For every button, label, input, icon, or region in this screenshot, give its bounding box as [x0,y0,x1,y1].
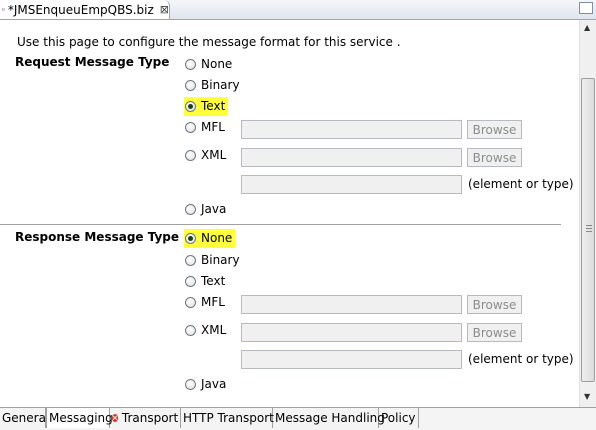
scrollbar-thumb[interactable] [581,78,595,382]
option-label: Text [201,274,226,288]
request-element-hint: (element or type) [468,177,574,191]
radio-button[interactable] [185,275,196,287]
radio-button-selected[interactable] [185,100,196,112]
response-option-none[interactable]: None [184,229,236,248]
section-divider [0,224,561,225]
error-icon: × [112,414,118,422]
tab-label: Transport [121,411,179,425]
tab-label: Policy [381,411,416,425]
request-mfl-browse-button[interactable]: Browse [467,120,522,139]
option-label: MFL [201,120,225,134]
response-option-text[interactable]: Text [185,273,225,289]
radio-button[interactable] [185,378,196,390]
scroll-down-icon[interactable]: ▼ [584,392,590,401]
option-label: None [201,57,233,71]
request-option-none[interactable]: None [185,56,232,72]
tab-label: Messaging [49,411,113,425]
restore-icon[interactable] [579,2,593,14]
close-icon[interactable]: ⊠ [160,3,169,16]
option-label: Binary [201,253,240,267]
response-xml-browse-button[interactable]: Browse [467,323,522,342]
radio-button[interactable] [185,296,196,308]
tab-label: Message Handling [275,411,385,425]
radio-button[interactable] [185,121,196,133]
response-element-hint: (element or type) [468,352,574,366]
radio-button[interactable] [185,254,196,266]
tab-label: HTTP Transport [183,411,274,425]
option-label: XML [201,148,227,162]
request-mfl-field[interactable] [241,120,462,139]
option-label: Text [201,99,226,113]
radio-button[interactable] [185,203,196,215]
option-label: Java [201,377,227,391]
response-mfl-browse-button[interactable]: Browse [467,295,522,314]
radio-button[interactable] [185,58,196,70]
request-xml-field[interactable] [241,148,462,167]
response-xml-element-field[interactable] [241,350,462,369]
radio-button[interactable] [185,324,196,336]
request-option-java[interactable]: Java [185,201,226,217]
response-mfl-field[interactable] [241,295,462,314]
tab-message-handling[interactable]: Message Handling [273,408,385,428]
response-xml-field[interactable] [241,323,462,342]
editor-tab-strip: *JMSEnqueuEmpQBS.biz ⊠ [0,0,596,20]
option-label: MFL [201,295,225,309]
option-label: XML [201,323,227,337]
vertical-scrollbar[interactable]: ▲ ▼ [579,20,596,407]
tab-label: General [2,411,50,425]
page-tabs: General Messaging × Transport HTTP Trans… [0,407,596,430]
option-label: None [201,231,233,245]
option-label: Binary [201,78,240,92]
request-option-binary[interactable]: Binary [185,77,240,93]
proxy-service-icon [2,8,5,11]
scroll-up-icon[interactable]: ▲ [584,23,590,32]
editor-tab[interactable]: *JMSEnqueuEmpQBS.biz ⊠ [0,0,170,19]
tab-http-transport[interactable]: HTTP Transport [181,408,274,428]
request-option-text[interactable]: Text [184,97,229,116]
messaging-page: Use this page to configure the message f… [0,20,579,407]
response-message-type-label: Response Message Type [15,230,180,244]
request-xml-browse-button[interactable]: Browse [467,148,522,167]
response-option-java[interactable]: Java [185,376,226,392]
editor-tab-title: *JMSEnqueuEmpQBS.biz [7,2,154,17]
radio-button[interactable] [185,79,196,91]
request-xml-element-field[interactable] [241,175,462,194]
tab-general[interactable]: General [0,408,50,428]
tab-messaging[interactable]: Messaging [46,408,113,428]
response-option-mfl[interactable]: MFL [185,294,225,310]
response-option-xml[interactable]: XML [185,322,226,338]
tab-transport[interactable]: × Transport [110,408,181,428]
request-option-xml[interactable]: XML [185,147,226,163]
grip-icon [586,225,592,232]
radio-button-selected[interactable] [185,232,196,244]
intro-text: Use this page to configure the message f… [17,35,401,49]
option-label: Java [201,202,227,216]
request-message-type-label: Request Message Type [15,55,170,69]
radio-button[interactable] [185,149,196,161]
request-option-mfl[interactable]: MFL [185,119,225,135]
tab-policy[interactable]: Policy [379,408,419,428]
response-option-binary[interactable]: Binary [185,252,240,268]
